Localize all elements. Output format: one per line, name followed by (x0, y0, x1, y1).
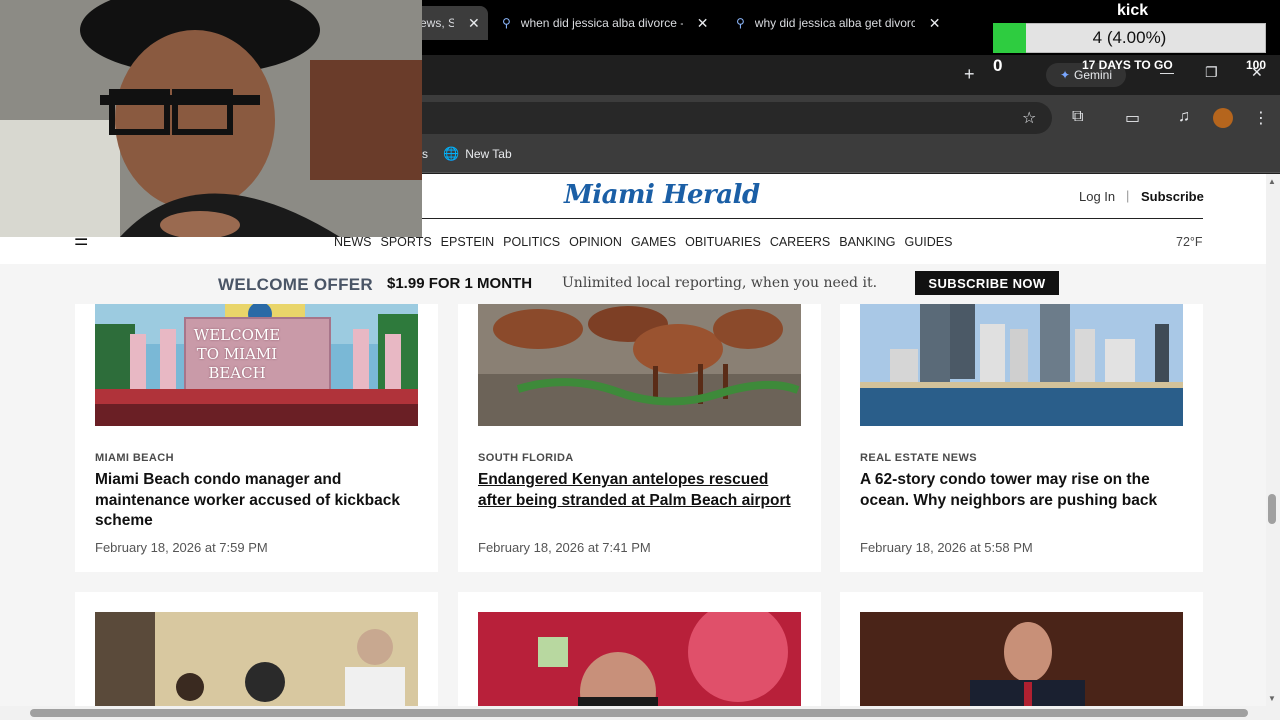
welcome-offer-banner: WELCOME OFFER $1.99 FOR 1 MONTH Unlimite… (0, 264, 1266, 304)
article-image[interactable] (860, 304, 1183, 426)
article-date: February 18, 2026 at 7:59 PM (95, 540, 268, 555)
gemini-star-icon: ✦ (1059, 68, 1071, 82)
article-kicker[interactable]: REAL ESTATE NEWS (860, 452, 977, 464)
webcam-person-image (0, 0, 422, 237)
kick-progress-min: 0 (993, 56, 1003, 75)
separator: | (1126, 188, 1130, 203)
article-card[interactable] (458, 592, 821, 706)
nav-banking[interactable]: BANKING (839, 235, 895, 249)
subscribe-link[interactable]: Subscribe (1141, 189, 1204, 204)
nav-news[interactable]: NEWS (334, 235, 372, 249)
condo-skyline-image (860, 304, 1183, 426)
search-icon: ⚲ (736, 16, 745, 30)
nav-politics[interactable]: POLITICS (503, 235, 560, 249)
kick-progress-max: 100 (1246, 58, 1267, 72)
article-card[interactable] (840, 592, 1203, 706)
politician-speaking-image (860, 612, 1183, 706)
tab-active[interactable]: ews, S ✕ (412, 6, 488, 40)
article-kicker[interactable]: MIAMI BEACH (95, 452, 174, 464)
article-card[interactable]: SOUTH FLORIDA Endangered Kenyan antelope… (458, 304, 821, 572)
tab-jessica-alba-2[interactable]: ⚲ why did jessica alba get divorce ✕ (736, 6, 956, 40)
article-image[interactable] (860, 612, 1183, 706)
article-headline[interactable]: A 62-story condo tower may rise on the o… (860, 470, 1185, 511)
weather-temperature[interactable]: 72°F (1176, 235, 1203, 249)
nav-games[interactable]: GAMES (631, 235, 676, 249)
divider (333, 218, 1203, 219)
article-headline[interactable]: Miami Beach condo manager and maintenanc… (95, 470, 420, 532)
site-logo[interactable]: Miami Herald (564, 180, 760, 210)
nav-sports[interactable]: SPORTS (381, 235, 432, 249)
vertical-scroll-thumb[interactable] (1268, 494, 1276, 524)
tab-title: ews, S (420, 16, 454, 30)
bookmark-label: New Tab (465, 147, 512, 161)
bongo-antelopes-image (478, 304, 801, 426)
kick-days-to-go: 17 DAYS TO GO (1082, 58, 1173, 72)
close-tab-icon[interactable]: ✕ (468, 15, 480, 32)
church-people-image (95, 612, 418, 706)
close-tab-icon[interactable]: ✕ (697, 15, 709, 32)
article-image[interactable] (478, 304, 801, 426)
article-card[interactable] (75, 592, 438, 706)
article-image[interactable] (95, 612, 418, 706)
man-holding-money-image (478, 612, 801, 706)
nav-careers[interactable]: CAREERS (770, 235, 830, 249)
tab-jessica-alba-1[interactable]: ⚲ when did jessica alba divorce - ✕ (502, 6, 722, 40)
bookmark-star-icon[interactable]: ☆ (1022, 108, 1036, 128)
nav-obituaries[interactable]: OBITUARIES (685, 235, 761, 249)
article-card[interactable]: WELCOME TO MIAMI BEACH MIAMI BEACH Miami… (75, 304, 438, 572)
main-nav: NEWS SPORTS EPSTEIN POLITICS OPINION GAM… (334, 235, 952, 249)
cast-search-icon[interactable]: ▭ (1125, 108, 1140, 128)
menu-kebab-icon[interactable]: ⋮ (1253, 108, 1269, 128)
article-card[interactable]: REAL ESTATE NEWS A 62-story condo tower … (840, 304, 1203, 572)
article-headline[interactable]: Endangered Kenyan antelopes rescued afte… (478, 470, 803, 511)
web-page: Miami Herald Log In | Subscribe ☰ NEWS S… (0, 174, 1266, 706)
tab-title: when did jessica alba divorce - (520, 16, 683, 30)
subscribe-now-button[interactable]: SUBSCRIBE NOW (915, 271, 1059, 295)
nav-opinion[interactable]: OPINION (569, 235, 622, 249)
offer-label: WELCOME OFFER (218, 275, 373, 294)
article-date: February 18, 2026 at 5:58 PM (860, 540, 1033, 555)
new-tab-button[interactable]: + (964, 64, 975, 85)
nav-guides[interactable]: GUIDES (905, 235, 953, 249)
profile-avatar[interactable] (1213, 108, 1233, 128)
article-kicker[interactable]: SOUTH FLORIDA (478, 452, 574, 464)
vertical-scrollbar[interactable] (1266, 174, 1280, 706)
miami-beach-sign-text: WELCOME TO MIAMI BEACH (193, 326, 281, 382)
scroll-down-arrow-icon[interactable]: ▼ (1268, 694, 1276, 703)
scroll-up-arrow-icon[interactable]: ▲ (1268, 177, 1276, 186)
address-bar[interactable] (422, 102, 1052, 134)
kick-title: kick (1117, 2, 1149, 19)
article-image[interactable] (478, 612, 801, 706)
extensions-icon[interactable]: ⧉ (1072, 108, 1083, 126)
tab-title: why did jessica alba get divorce (754, 16, 915, 30)
media-icon[interactable]: ♫ (1178, 108, 1190, 126)
horizontal-scroll-thumb[interactable] (30, 709, 1248, 717)
globe-icon: 🌐 (443, 146, 460, 161)
bookmark-new-tab[interactable]: 🌐 New Tab (443, 146, 512, 162)
offer-price: $1.99 FOR 1 MONTH (387, 275, 533, 292)
login-link[interactable]: Log In (1079, 189, 1115, 204)
nav-epstein[interactable]: EPSTEIN (441, 235, 495, 249)
webcam-overlay (0, 0, 422, 237)
article-date: February 18, 2026 at 7:41 PM (478, 540, 651, 555)
restore-button[interactable]: ❐ (1205, 64, 1218, 81)
offer-text: Unlimited local reporting, when you need… (562, 275, 878, 291)
close-tab-icon[interactable]: ✕ (929, 15, 941, 32)
bookmark-fragment[interactable]: s (422, 147, 428, 161)
search-icon: ⚲ (502, 16, 511, 30)
kick-progress-text: 4 (4.00%) (1092, 28, 1167, 47)
